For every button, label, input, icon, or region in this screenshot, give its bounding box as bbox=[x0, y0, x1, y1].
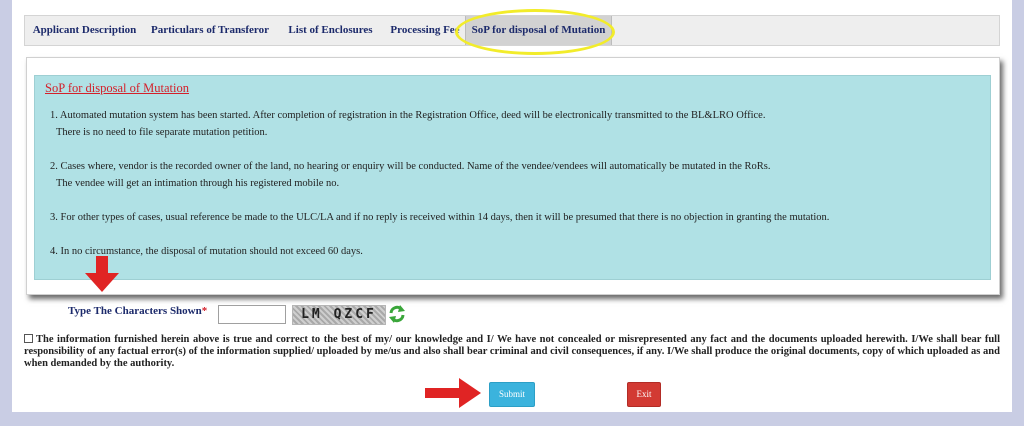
refresh-captcha-icon[interactable] bbox=[388, 304, 406, 324]
declaration-checkbox[interactable] bbox=[24, 334, 33, 343]
sop-content: SoP for disposal of Mutation 1. Automate… bbox=[34, 75, 991, 280]
sop-point-3-line1: 3. For other types of cases, usual refer… bbox=[50, 212, 830, 223]
declaration: The information furnished herein above i… bbox=[24, 334, 1000, 370]
sop-title: SoP for disposal of Mutation bbox=[45, 81, 189, 95]
sop-point-2-line2: The vendee will get an intimation throug… bbox=[56, 178, 340, 189]
captcha-label: Type The Characters Shown* bbox=[68, 305, 207, 317]
tab-bar: Applicant Description Particulars of Tra… bbox=[24, 15, 1000, 46]
sop-point-1: 1. Automated mutation system has been st… bbox=[50, 107, 765, 141]
sop-point-2-line1: 2. Cases where, vendor is the recorded o… bbox=[50, 161, 771, 172]
tab-particulars-of-transferor[interactable]: Particulars of Transferor bbox=[144, 16, 276, 45]
captcha-image: LM QZCF bbox=[292, 305, 386, 325]
sop-point-1-line2: There is no need to file separate mutati… bbox=[56, 127, 268, 138]
captcha-input[interactable] bbox=[218, 305, 286, 324]
exit-button[interactable]: Exit bbox=[627, 382, 661, 407]
required-mark: * bbox=[201, 305, 208, 317]
declaration-text: The information furnished herein above i… bbox=[24, 334, 1000, 369]
sop-point-2: 2. Cases where, vendor is the recorded o… bbox=[50, 158, 771, 192]
sop-panel: SoP for disposal of Mutation 1. Automate… bbox=[26, 57, 1000, 295]
tab-processing-fee[interactable]: Processing Fee bbox=[385, 16, 465, 45]
annotation-arrow-down-icon bbox=[85, 256, 119, 292]
tab-sop-disposal-mutation[interactable]: SoP for disposal of Mutation bbox=[465, 16, 612, 45]
annotation-arrow-right-icon bbox=[425, 378, 481, 408]
tab-list-of-enclosures[interactable]: List of Enclosures bbox=[276, 16, 385, 45]
captcha-label-text: Type The Characters Shown bbox=[68, 305, 202, 317]
sop-point-3: 3. For other types of cases, usual refer… bbox=[50, 209, 829, 226]
tab-applicant-description[interactable]: Applicant Description bbox=[25, 16, 144, 45]
sop-point-1-line1: 1. Automated mutation system has been st… bbox=[50, 110, 766, 121]
submit-button[interactable]: Submit bbox=[489, 382, 535, 407]
